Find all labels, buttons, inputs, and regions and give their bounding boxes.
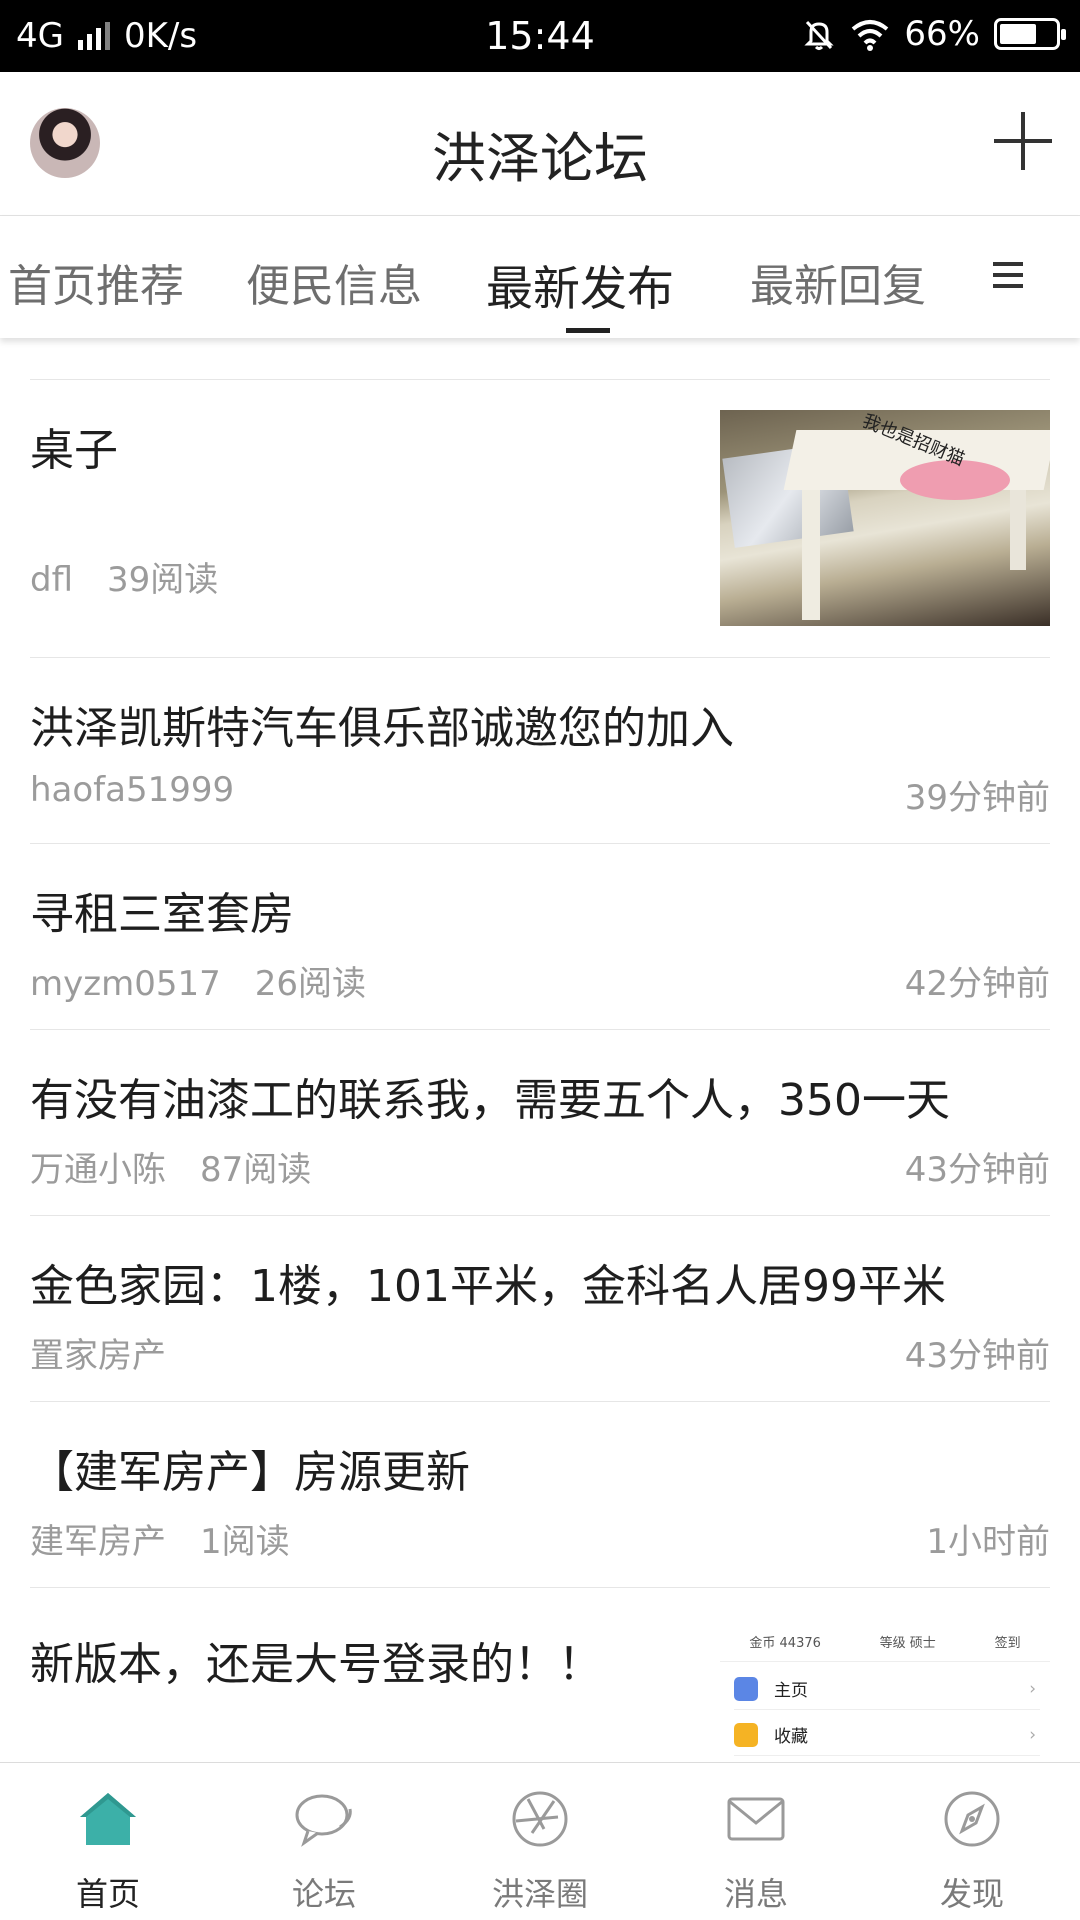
nav-label: 洪泽圈	[491, 1875, 588, 1913]
page-title: 洪泽论坛	[432, 127, 648, 190]
post-reads: 1阅读	[200, 1522, 290, 1562]
post-item[interactable]: 新版本，还是大号登录的！！ 金币 44376 等级 硕士 签到 主页 › 收藏 …	[30, 1588, 1050, 1762]
nav-circle[interactable]: 洪泽圈	[432, 1763, 648, 1920]
post-author: 万通小陈	[30, 1150, 166, 1190]
active-tab-indicator	[566, 328, 610, 333]
battery-percent: 66%	[904, 14, 980, 54]
home-icon	[734, 1676, 758, 1701]
aperture-icon	[512, 1791, 568, 1847]
tab-latest-replies[interactable]: 最新回复	[750, 250, 926, 314]
thumbnail-coins: 金币 44376	[749, 1636, 821, 1651]
category-tabs: 首页推荐 便民信息 最新发布 最新回复	[0, 216, 1080, 338]
favorites-icon	[734, 1722, 758, 1747]
thumbnail-menu-item: 收藏 ›	[734, 1714, 1040, 1756]
post-author: 建军房产	[30, 1522, 166, 1562]
post-author: 置家房产	[30, 1336, 166, 1376]
thumbnail-level: 等级 硕士	[879, 1636, 936, 1651]
post-reads: 26阅读	[254, 964, 367, 1004]
wifi-icon	[852, 20, 889, 51]
post-reads: 87阅读	[200, 1150, 312, 1190]
post-title: 新版本，还是大号登录的！！	[30, 1639, 602, 1690]
post-meta: dfl 39阅读	[30, 552, 218, 601]
thumbnail-shape	[1010, 490, 1026, 570]
nav-home[interactable]: 首页	[0, 1763, 216, 1920]
post-thumbnail[interactable]: 金币 44376 等级 硕士 签到 主页 › 收藏 ›	[720, 1618, 1050, 1762]
thumbnail-menu-label: 主页	[774, 1681, 808, 1701]
post-item[interactable]: 寻租三室套房 myzm0517 26阅读 42分钟前	[30, 844, 1050, 1030]
nav-label: 论坛	[291, 1875, 356, 1913]
post-title: 【建军房产】房源更新	[30, 1447, 470, 1498]
home-icon	[80, 1793, 136, 1845]
post-meta: 建军房产 1阅读	[30, 1514, 290, 1563]
thumbnail-stats-row: 金币 44376 等级 硕士 签到	[720, 1622, 1050, 1662]
post-item[interactable]: 【建军房产】房源更新 建军房产 1阅读 1小时前	[30, 1402, 1050, 1588]
thumbnail-menu-label: 收藏	[774, 1727, 808, 1747]
chat-bubble-icon	[295, 1794, 352, 1847]
post-author: dfl	[30, 560, 73, 600]
post-time: 42分钟前	[904, 964, 1050, 1004]
post-title: 寻租三室套房	[30, 889, 294, 940]
envelope-icon	[727, 1797, 785, 1841]
post-title: 金色家园：1楼，101平米，金科名人居99平米	[30, 1261, 946, 1312]
post-time: 39分钟前	[904, 778, 1050, 818]
thumbnail-shape	[802, 490, 820, 620]
status-right: 66%	[802, 14, 1066, 54]
chevron-right-icon: ›	[1029, 1724, 1036, 1745]
thumbnail-menu-item: 主页 ›	[734, 1668, 1040, 1710]
post-feed: 桌子 dfl 39阅读 我也是招财猫 洪泽凯斯特汽车俱乐部诚邀您的加入 haofa…	[0, 338, 1080, 1762]
nav-label: 首页	[75, 1875, 140, 1913]
post-time: 43分钟前	[904, 1150, 1050, 1190]
post-author: haofa51999	[30, 770, 235, 810]
tab-local-info[interactable]: 便民信息	[246, 250, 422, 314]
post-title: 桌子	[30, 425, 118, 476]
screen: 4G 0K/s 15:44 66% 洪泽论坛 首页推荐 便民信息 最新发布 最新…	[0, 0, 1080, 1920]
post-title: 洪泽凯斯特汽车俱乐部诚邀您的加入	[30, 703, 734, 754]
post-item[interactable]: 有没有油漆工的联系我，需要五个人，350一天 万通小陈 87阅读 43分钟前	[30, 1030, 1050, 1216]
battery-icon	[994, 18, 1066, 50]
post-time: 1小时前	[926, 1522, 1050, 1562]
nav-messages[interactable]: 消息	[648, 1763, 864, 1920]
post-item[interactable]: 洪泽凯斯特汽车俱乐部诚邀您的加入 haofa51999 39分钟前	[30, 658, 1050, 844]
post-title: 有没有油漆工的联系我，需要五个人，350一天	[30, 1075, 950, 1126]
post-meta: myzm0517 26阅读	[30, 956, 366, 1005]
post-meta: 置家房产	[30, 1328, 166, 1377]
new-post-button[interactable]	[994, 112, 1052, 170]
post-meta: haofa51999	[30, 770, 234, 810]
post-reads: 39阅读	[107, 560, 219, 600]
post-item[interactable]: 金色家园：1楼，101平米，金科名人居99平米 置家房产 43分钟前	[30, 1216, 1050, 1402]
compass-icon	[944, 1791, 1000, 1847]
tab-home-recommend[interactable]: 首页推荐	[8, 250, 184, 314]
nav-label: 发现	[939, 1875, 1004, 1913]
app-header: 洪泽论坛	[0, 72, 1080, 216]
chevron-right-icon: ›	[1029, 1678, 1036, 1699]
post-time: 43分钟前	[904, 1336, 1050, 1376]
status-bar: 4G 0K/s 15:44 66%	[0, 0, 1080, 72]
post-thumbnail[interactable]: 我也是招财猫	[720, 410, 1050, 626]
partial-post-row	[30, 338, 1050, 380]
post-item[interactable]: 桌子 dfl 39阅读 我也是招财猫	[30, 380, 1050, 658]
bottom-nav: 首页 论坛 洪泽圈 消息 发现	[0, 1762, 1080, 1920]
mute-bell-icon	[804, 20, 835, 50]
nav-forum[interactable]: 论坛	[216, 1763, 432, 1920]
tab-latest-posts[interactable]: 最新发布	[486, 250, 674, 319]
post-author: myzm0517	[30, 964, 221, 1004]
post-meta: 万通小陈 87阅读	[30, 1142, 311, 1191]
nav-discover[interactable]: 发现	[864, 1763, 1080, 1920]
nav-label: 消息	[723, 1875, 788, 1913]
tab-menu-icon[interactable]	[993, 260, 1023, 290]
thumbnail-checkin: 签到	[994, 1636, 1021, 1651]
